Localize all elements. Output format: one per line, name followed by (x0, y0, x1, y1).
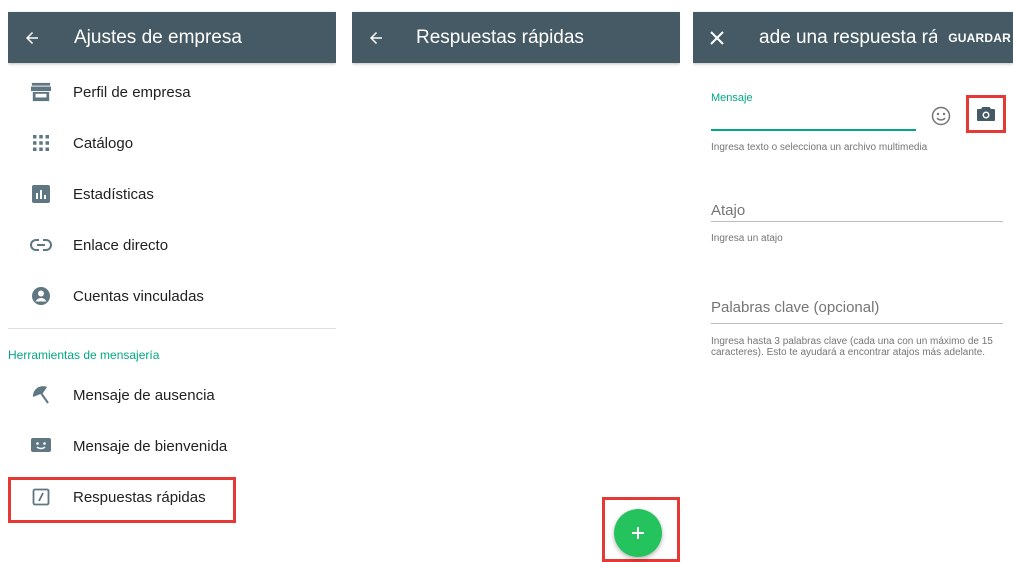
add-quick-reply-screen: ade una respuesta ráp GUARDAR Mensaje In… (693, 0, 1013, 562)
menu-item-label: Mensaje de bienvenida (73, 437, 228, 455)
menu-item-away-message[interactable]: Mensaje de ausencia (8, 370, 336, 420)
business-settings-screen: Ajustes de empresa Perfil de empresa Cat… (8, 0, 336, 562)
menu-item-label: Enlace directo (73, 236, 169, 254)
app-bar: Respuestas rápidas (352, 12, 680, 63)
quick-replies-screen: Respuestas rápidas (352, 0, 680, 562)
close-button[interactable] (693, 12, 741, 63)
menu-item-business-profile[interactable]: Perfil de empresa (8, 67, 336, 117)
message-input[interactable] (711, 106, 911, 128)
menu-item-greeting-message[interactable]: Mensaje de bienvenida (8, 421, 336, 471)
message-underline (711, 129, 916, 131)
highlight-box (8, 477, 236, 523)
bar-chart-icon (26, 182, 56, 206)
shortcut-hint: Ingresa un atajo (711, 233, 783, 244)
welcome-message-icon (26, 434, 56, 458)
menu-item-linked-accounts[interactable]: Cuentas vinculadas (8, 271, 336, 321)
menu-item-statistics[interactable]: Estadísticas (8, 169, 336, 219)
menu-item-label: Mensaje de ausencia (73, 386, 215, 404)
shortcut-underline (711, 221, 1003, 222)
message-hint: Ingresa texto o selecciona un archivo mu… (711, 142, 928, 153)
camera-icon (977, 107, 995, 121)
section-header-messaging-tools: Herramientas de mensajería (8, 348, 160, 362)
add-quick-reply-button[interactable] (614, 509, 662, 557)
menu-item-label: Cuentas vinculadas (73, 287, 204, 305)
account-circle-icon (26, 284, 56, 308)
app-bar: ade una respuesta ráp GUARDAR (693, 12, 1013, 63)
menu-item-label: Estadísticas (73, 185, 154, 203)
back-arrow-icon (370, 31, 382, 44)
back-button[interactable] (8, 12, 56, 63)
shortcut-input[interactable] (711, 200, 991, 220)
keywords-hint: Ingresa hasta 3 palabras clave (cada una… (711, 336, 993, 358)
attach-media-button[interactable] (975, 103, 997, 125)
back-button[interactable] (352, 12, 400, 63)
emoji-button[interactable] (931, 106, 951, 126)
close-icon (710, 30, 724, 45)
storefront-icon (26, 80, 56, 104)
save-button[interactable]: GUARDAR (948, 12, 1013, 63)
link-icon (26, 233, 56, 257)
menu-item-label: Catálogo (73, 134, 134, 152)
divider (8, 328, 336, 329)
plus-icon (632, 527, 644, 539)
beach-umbrella-icon (26, 383, 56, 407)
message-field-label: Mensaje (711, 92, 753, 104)
page-title: Ajustes de empresa (74, 26, 242, 48)
page-title: Respuestas rápidas (416, 26, 584, 48)
menu-item-label: Perfil de empresa (73, 83, 191, 101)
back-arrow-icon (26, 31, 38, 44)
keywords-underline (711, 323, 1003, 324)
menu-item-direct-link[interactable]: Enlace directo (8, 220, 336, 270)
keywords-input[interactable] (711, 297, 991, 317)
menu-item-catalog[interactable]: Catálogo (8, 118, 336, 168)
page-title: ade una respuesta ráp (759, 26, 937, 48)
grid-icon (26, 131, 56, 155)
app-bar: Ajustes de empresa (8, 12, 336, 63)
emoji-icon (931, 106, 951, 126)
